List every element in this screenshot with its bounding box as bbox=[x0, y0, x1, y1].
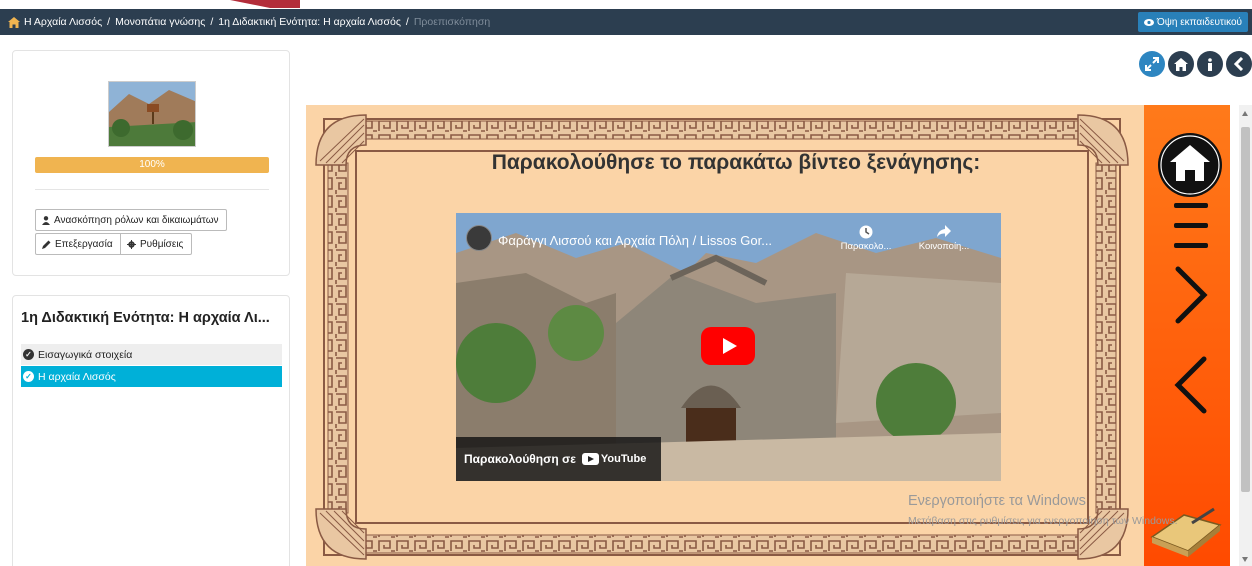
list-item-label: Η αρχαία Λισσός bbox=[38, 370, 116, 383]
scrollbar-thumb[interactable] bbox=[1241, 127, 1250, 492]
share-label: Κοινοποίη... bbox=[918, 241, 970, 252]
slide-nav-graphics bbox=[1150, 133, 1222, 557]
unit-panel: 1η Διδακτική Ενότητα: Η αρχαία Λι... ✓ Ε… bbox=[12, 295, 290, 566]
video-player[interactable]: Φαράγγι Λισσού και Αρχαία Πόλη / Lissos … bbox=[456, 213, 1001, 481]
back-button[interactable] bbox=[1226, 51, 1252, 77]
course-thumbnail bbox=[108, 81, 196, 147]
info-icon bbox=[1208, 57, 1212, 71]
breadcrumb-paths-link[interactable]: Μονοπάτια γνώσης bbox=[115, 16, 205, 28]
slide-heading: Παρακολούθησε το παρακάτω βίντεο ξενάγησ… bbox=[491, 151, 981, 174]
list-item[interactable]: ✓ Εισαγωγικά στοιχεία bbox=[21, 344, 282, 365]
youtube-label: YouTube bbox=[600, 453, 647, 465]
slide-content: Παρακολούθησε το παρακάτω βίντεο ξενάγησ… bbox=[306, 105, 1230, 566]
clock-icon bbox=[840, 225, 892, 241]
windows-watermark-title: Ενεργοποιήστε τα Windows bbox=[908, 493, 1086, 509]
watch-later-label: Παρακολο... bbox=[840, 241, 892, 252]
progress-bar: 100% bbox=[35, 157, 269, 173]
youtube-play-icon bbox=[581, 453, 599, 465]
home-icon bbox=[8, 16, 20, 28]
channel-avatar[interactable] bbox=[466, 225, 492, 251]
play-button[interactable] bbox=[701, 327, 755, 365]
share-button[interactable]: Κοινοποίη... bbox=[918, 225, 970, 252]
breadcrumb-course-link[interactable]: Η Αρχαία Λισσός bbox=[24, 16, 102, 28]
breadcrumb-separator: / bbox=[107, 16, 111, 28]
eye-icon bbox=[1143, 18, 1154, 26]
list-item-label: Εισαγωγικά στοιχεία bbox=[38, 348, 133, 361]
home-icon[interactable] bbox=[1158, 133, 1222, 197]
check-circle-icon: ✓ bbox=[23, 349, 34, 360]
top-accent-stripe bbox=[230, 0, 300, 8]
review-roles-label: Ανασκόπηση ρόλων και δικαιωμάτων bbox=[54, 214, 219, 226]
chevron-left-icon bbox=[1234, 57, 1244, 71]
teacher-view-button[interactable]: Όψη εκπαιδευτικού bbox=[1137, 12, 1248, 32]
course-card: 100% Ανασκόπηση ρόλων και δικαιωμάτων Επ… bbox=[12, 50, 290, 276]
scroll-up-arrow-icon[interactable] bbox=[1242, 111, 1248, 116]
list-item-active[interactable]: ✓ Η αρχαία Λισσός bbox=[21, 366, 282, 387]
slide-nav-bar bbox=[1144, 105, 1230, 566]
edit-label: Επεξεργασία bbox=[55, 238, 113, 250]
watch-on-label: Παρακολούθηση σε bbox=[464, 452, 576, 466]
divider bbox=[35, 189, 269, 190]
breadcrumb: Η Αρχαία Λισσός / Μονοπάτια γνώσης / 1η … bbox=[0, 9, 1252, 35]
expand-icon bbox=[1145, 57, 1159, 71]
review-roles-button[interactable]: Ανασκόπηση ρόλων και δικαιωμάτων bbox=[35, 209, 227, 231]
home-button[interactable] bbox=[1168, 51, 1194, 77]
chevron-right-icon[interactable] bbox=[1175, 266, 1208, 324]
user-icon bbox=[42, 215, 50, 225]
home-icon bbox=[1174, 57, 1188, 71]
youtube-logo: YouTube bbox=[581, 453, 647, 465]
slide-toolbar bbox=[1139, 51, 1252, 77]
edit-button[interactable]: Επεξεργασία bbox=[35, 233, 121, 255]
breadcrumb-separator: / bbox=[210, 16, 214, 28]
settings-button[interactable]: Ρυθμίσεις bbox=[120, 233, 192, 255]
gear-icon bbox=[127, 239, 136, 249]
breadcrumb-unit-link[interactable]: 1η Διδακτική Ενότητα: Η αρχαία Λισσός bbox=[218, 16, 401, 28]
settings-label: Ρυθμίσεις bbox=[140, 238, 184, 250]
menu-icon[interactable] bbox=[1174, 203, 1208, 248]
teacher-view-label: Όψη εκπαιδευτικού bbox=[1156, 16, 1242, 28]
watch-on-youtube-button[interactable]: Παρακολούθηση σε YouTube bbox=[456, 437, 661, 481]
breadcrumb-current: Προεπισκόπηση bbox=[413, 16, 491, 28]
breadcrumb-separator: / bbox=[405, 16, 409, 28]
share-icon bbox=[918, 225, 970, 241]
vertical-scrollbar[interactable] bbox=[1239, 105, 1252, 566]
info-button[interactable] bbox=[1197, 51, 1223, 77]
scroll-down-arrow-icon[interactable] bbox=[1242, 557, 1248, 562]
video-title[interactable]: Φαράγγι Λισσού και Αρχαία Πόλη / Lissos … bbox=[498, 233, 772, 248]
check-circle-icon: ✓ bbox=[23, 371, 34, 382]
pencil-icon bbox=[42, 240, 51, 249]
windows-watermark-subtitle: Μετάβαση στις ρυθμίσεις για ενεργοποίηση… bbox=[908, 515, 1178, 527]
chevron-left-icon[interactable] bbox=[1174, 356, 1207, 414]
unit-title: 1η Διδακτική Ενότητα: Η αρχαία Λι... bbox=[21, 310, 270, 326]
watch-later-button[interactable]: Παρακολο... bbox=[840, 225, 892, 252]
page-root: Η Αρχαία Λισσός / Μονοπάτια γνώσης / 1η … bbox=[0, 0, 1252, 566]
fullscreen-button[interactable] bbox=[1139, 51, 1165, 77]
